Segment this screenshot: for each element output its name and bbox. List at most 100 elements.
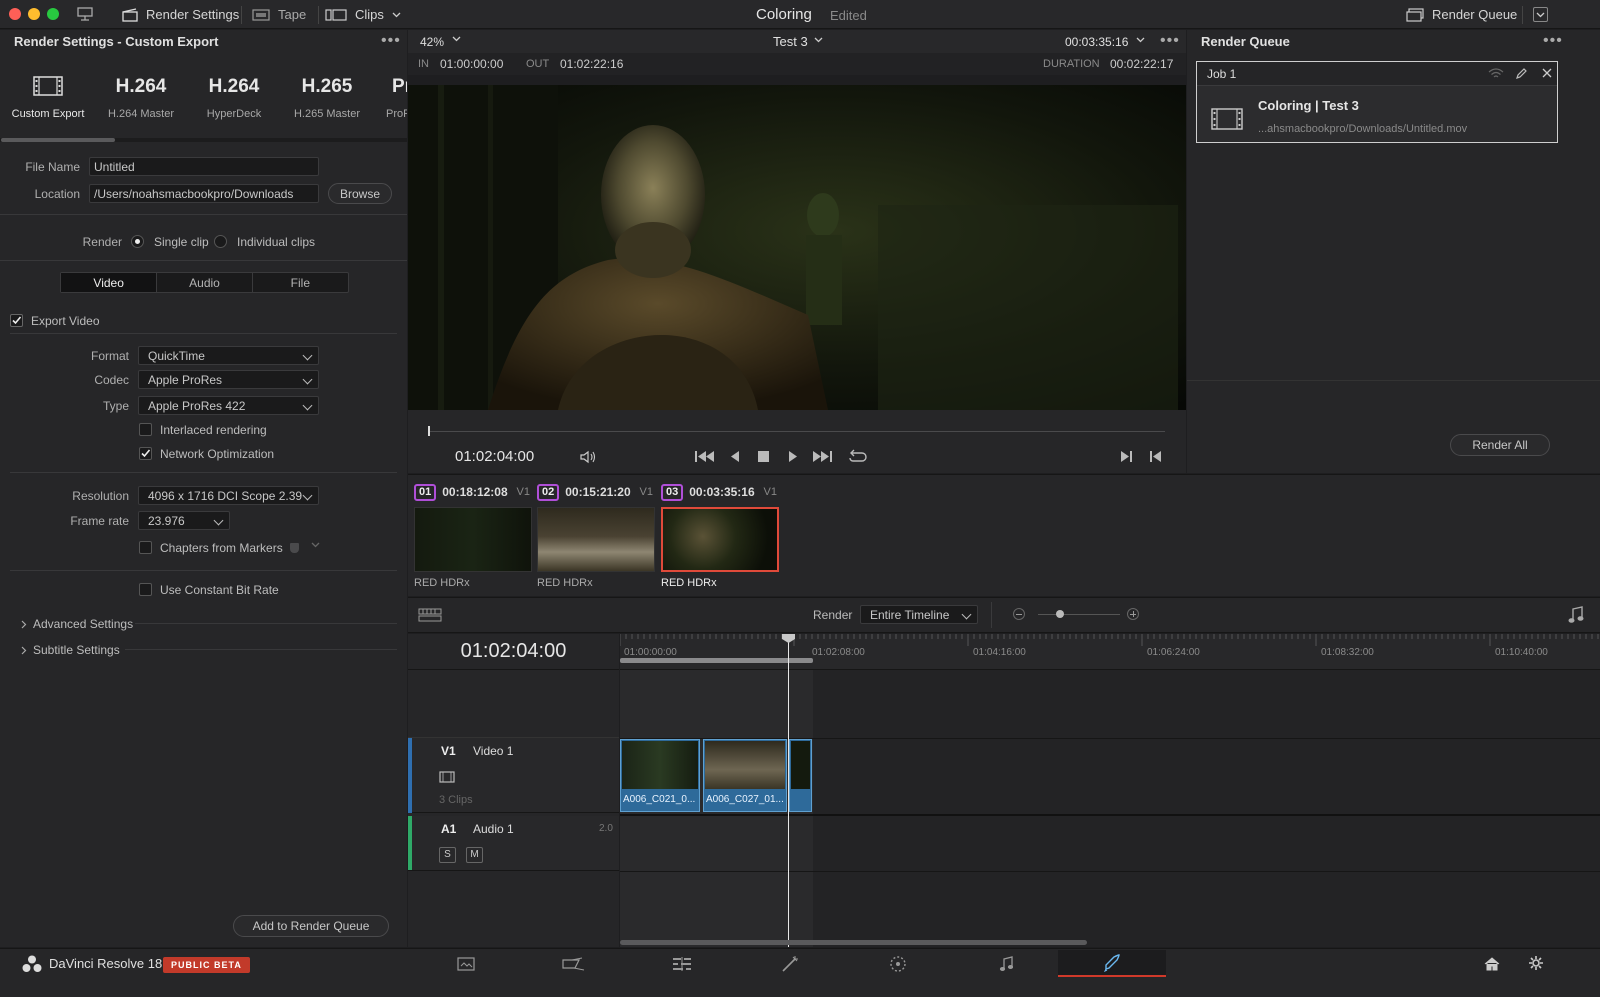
- clips-toggle[interactable]: Clips: [325, 0, 401, 29]
- render-queue-toggle[interactable]: Render Queue: [1406, 0, 1517, 29]
- video-viewer[interactable]: [408, 85, 1186, 410]
- loop-icon[interactable]: [847, 449, 867, 464]
- close-icon[interactable]: [1542, 68, 1552, 78]
- render-all-button[interactable]: Render All: [1450, 434, 1550, 456]
- timeline-ruler[interactable]: [620, 634, 1600, 670]
- panel-options-icon[interactable]: •••: [1543, 33, 1563, 49]
- edit-page-icon[interactable]: [628, 950, 736, 977]
- location-input[interactable]: /Users/noahsmacbookpro/Downloads: [89, 184, 319, 203]
- next-clip-icon[interactable]: [1120, 450, 1132, 463]
- chapters-checkbox[interactable]: [139, 541, 152, 554]
- timeline-clip-2[interactable]: A006_C027_01...: [703, 739, 787, 812]
- render-range-select[interactable]: Entire Timeline: [860, 605, 978, 624]
- viewer-options-icon[interactable]: •••: [1160, 33, 1180, 49]
- chevron-down-icon[interactable]: [814, 37, 823, 43]
- timeline-scrollbar-thumb[interactable]: [620, 940, 1087, 945]
- timeline-clip-3[interactable]: [789, 739, 812, 812]
- mute-button[interactable]: M: [466, 847, 483, 863]
- add-to-render-queue-button[interactable]: Add to Render Queue: [233, 915, 389, 937]
- track-header-a1[interactable]: A1 Audio 1 2.0 S M: [408, 816, 619, 871]
- constant-bitrate-checkbox[interactable]: [139, 583, 152, 596]
- play-reverse-icon[interactable]: [730, 450, 740, 463]
- tape-toggle[interactable]: Tape: [252, 0, 306, 29]
- window-close-button[interactable]: [9, 8, 21, 20]
- individual-clips-radio[interactable]: [214, 235, 227, 248]
- previous-clip-icon[interactable]: [1150, 450, 1162, 463]
- scrubber-track[interactable]: [428, 431, 1165, 432]
- cut-page-icon[interactable]: [520, 950, 628, 977]
- timeline-zoom-slider[interactable]: [1038, 614, 1120, 615]
- clip-thumbnail-01[interactable]: 01 00:18:12:08 V1 RED HDRx: [414, 483, 532, 589]
- chevron-down-icon[interactable]: [311, 542, 320, 548]
- tab-video[interactable]: Video: [61, 273, 157, 292]
- chevron-down-icon[interactable]: [452, 36, 461, 42]
- speaker-icon[interactable]: [580, 450, 596, 464]
- scrubber-playhead[interactable]: [428, 426, 430, 436]
- preset-hyperdeck[interactable]: H.264 HyperDeck: [188, 76, 280, 120]
- color-page-icon[interactable]: [844, 950, 952, 977]
- clip-thumbnail-02[interactable]: 02 00:15:21:20 V1 RED HDRx: [537, 483, 655, 589]
- render-settings-toggle[interactable]: Render Settings: [122, 0, 239, 29]
- timeline-playhead[interactable]: [788, 634, 789, 947]
- play-icon[interactable]: [788, 450, 798, 463]
- network-optimization-checkbox[interactable]: [139, 447, 152, 460]
- zoom-in-button[interactable]: [1127, 608, 1139, 620]
- track-header-v1[interactable]: V1 Video 1 3 Clips: [408, 737, 619, 813]
- advanced-settings-toggle[interactable]: Advanced Settings: [21, 617, 133, 631]
- window-minimize-button[interactable]: [28, 8, 40, 20]
- preset-scrollbar-thumb[interactable]: [1, 138, 115, 142]
- chevron-down-icon[interactable]: [1136, 37, 1145, 43]
- export-video-checkbox[interactable]: [10, 314, 23, 327]
- viewer-timecode[interactable]: 00:03:35:16: [1065, 35, 1128, 49]
- preset-h265-master[interactable]: H.265 H.265 Master: [281, 76, 373, 120]
- timeline-clip-1[interactable]: A006_C021_0...: [620, 739, 700, 812]
- go-to-start-icon[interactable]: [695, 450, 715, 463]
- deliver-page-icon[interactable]: [1058, 950, 1166, 977]
- timeline-area[interactable]: A006_C021_0... A006_C027_01...: [620, 634, 1600, 947]
- window-zoom-button[interactable]: [47, 8, 59, 20]
- render-job-card[interactable]: Job 1 Coloring | Test 3 ...ahsmacbookpro…: [1196, 61, 1558, 143]
- zoom-select[interactable]: 42%: [420, 35, 444, 49]
- fusion-page-icon[interactable]: [736, 950, 844, 977]
- resolution-select[interactable]: 4096 x 1716 DCI Scope 2.39: [138, 486, 319, 505]
- file-name-input[interactable]: Untitled: [89, 157, 319, 176]
- stop-icon[interactable]: [758, 451, 769, 462]
- zoom-out-button[interactable]: [1013, 608, 1025, 620]
- output-tabs: Video Audio File: [60, 272, 349, 293]
- media-page-icon[interactable]: [412, 950, 520, 977]
- film-icon[interactable]: [439, 771, 455, 783]
- timeline-view-icon[interactable]: [418, 608, 442, 622]
- tab-audio[interactable]: Audio: [156, 273, 251, 292]
- type-select[interactable]: Apple ProRes 422: [138, 396, 319, 415]
- subtitle-settings-toggle[interactable]: Subtitle Settings: [21, 643, 120, 657]
- tab-file[interactable]: File: [251, 273, 348, 292]
- preset-custom-export[interactable]: Custom Export: [2, 76, 94, 120]
- clip-thumbnail-03[interactable]: 03 00:03:35:16 V1 RED HDRx: [661, 483, 779, 589]
- format-select[interactable]: QuickTime: [138, 346, 319, 365]
- workspace-menu-button[interactable]: [1533, 7, 1548, 22]
- timeline-zoom-slider-handle[interactable]: [1056, 610, 1064, 618]
- single-clip-radio[interactable]: [131, 235, 144, 248]
- edit-job-icon[interactable]: [1515, 67, 1528, 80]
- davinci-logo-icon: [22, 955, 42, 973]
- go-to-end-icon[interactable]: [812, 450, 832, 463]
- out-value[interactable]: 01:02:22:16: [560, 57, 623, 71]
- music-note-icon[interactable]: [1568, 606, 1584, 624]
- timeline-name[interactable]: Test 3: [773, 34, 808, 49]
- ui-layout-icon[interactable]: [77, 7, 93, 22]
- preset-prores[interactable]: Pr ProR: [374, 76, 407, 120]
- in-value[interactable]: 01:00:00:00: [440, 57, 503, 71]
- preset-h264-master[interactable]: H.264 H.264 Master: [95, 76, 187, 120]
- home-icon[interactable]: [1484, 957, 1500, 971]
- browse-button[interactable]: Browse: [328, 183, 392, 204]
- render-range-bar[interactable]: [620, 658, 813, 663]
- frame-rate-select[interactable]: 23.976: [138, 511, 230, 530]
- codec-select[interactable]: Apple ProRes: [138, 370, 319, 389]
- panel-options-icon[interactable]: •••: [381, 33, 401, 49]
- preset-codec: H.264: [115, 76, 167, 97]
- marker-icon[interactable]: [290, 543, 299, 553]
- fairlight-page-icon[interactable]: [952, 950, 1060, 977]
- interlaced-checkbox[interactable]: [139, 423, 152, 436]
- gear-icon[interactable]: [1528, 955, 1544, 971]
- solo-button[interactable]: S: [439, 847, 456, 863]
